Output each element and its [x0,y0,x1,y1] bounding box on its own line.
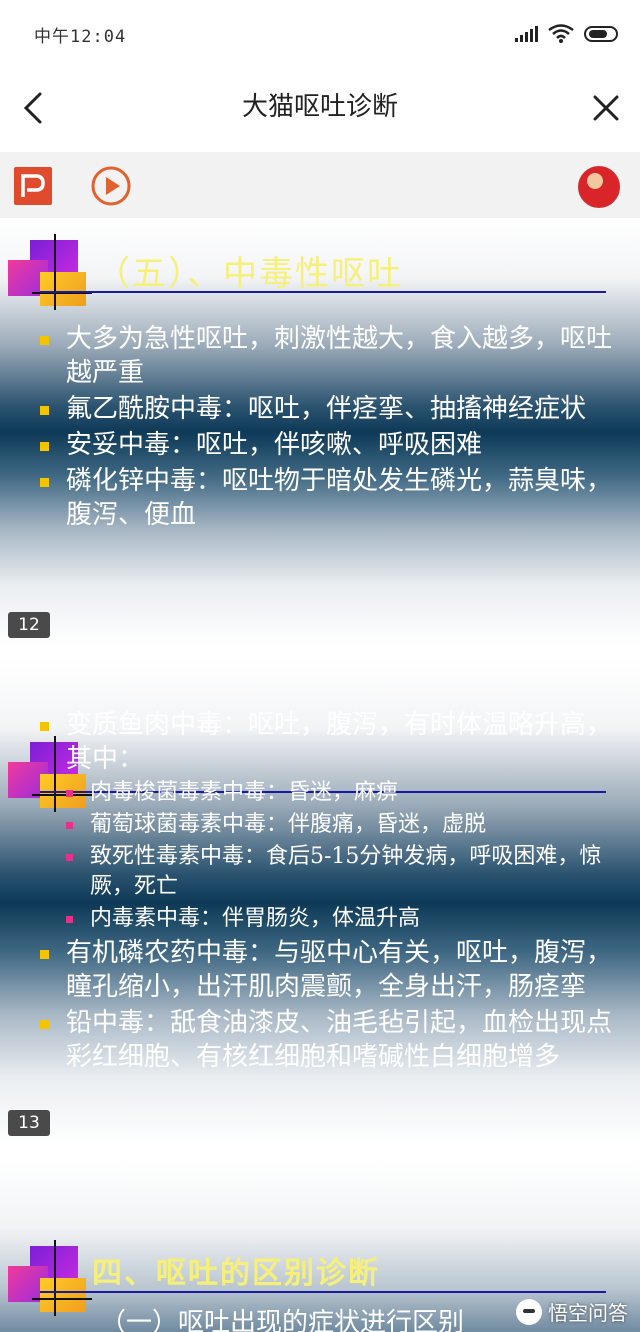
ppt-p-icon [21,174,45,197]
slide-title: 四、呕吐的区别诊断 [92,1256,380,1291]
document-toolbar [0,152,640,218]
list-item: 变质鱼肉中毒：呕吐，腹泻，有时体温略升高，其中： [38,708,614,776]
user-avatar[interactable] [578,166,620,208]
list-item: 有机磷农药中毒：与驱中心有关，呕吐，腹泻，瞳孔缩小，出汗肌肉震颤，全身出汗，肠痉… [38,936,614,1004]
sub-list-item: 内毒素中毒：伴胃肠炎，体温升高 [38,904,614,934]
slide-logo-decoration [8,1240,94,1316]
chat-bubble-icon [516,1298,542,1325]
bullet-list: 变质鱼肉中毒：呕吐，腹泻，有时体温略升高，其中： 肉毒梭菌毒素中毒：昏迷，麻痹 … [38,708,614,1076]
sub-list-item: 葡萄球菌毒素中毒：伴腹痛，昏迷，虚脱 [38,810,614,840]
sub-list-item: 肉毒梭菌毒素中毒：昏迷，麻痹 [38,778,614,808]
slide-subtitle: （一）呕吐出现的症状进行区别 [100,1308,465,1332]
page-number-badge: 13 [8,1110,50,1136]
page-number-badge: 12 [8,612,50,638]
status-bar: 中午12:04 [0,0,640,68]
nav-bar: 大猫呕吐诊断 [0,68,640,152]
battery-icon [584,26,618,42]
list-item: 大多为急性呕吐，刺激性越大，食入越多，呕吐越严重 [38,322,614,390]
list-item: 氟乙酰胺中毒：呕吐，伴痉挛、抽搐神经症状 [38,392,614,426]
sub-list-item: 致死性毒素中毒：食后5-15分钟发病，呼吸困难，惊厥，死亡 [38,842,614,902]
close-icon[interactable] [586,88,626,128]
play-icon[interactable] [90,165,132,207]
watermark-text: 悟空问答 [548,1301,628,1325]
list-item: 铅中毒：舐食油漆皮、油毛毡引起，血检出现点彩红细胞、有核红细胞和嗜碱性白细胞增多 [38,1006,614,1074]
signal-icon [515,26,538,42]
slide-13: 变质鱼肉中毒：呕吐，腹泻，有时体温略升高，其中： 肉毒梭菌毒素中毒：昏迷，麻痹 … [0,660,640,1146]
list-item: 磷化锌中毒：呕吐物于暗处发生磷光，蒜臭味，腹泻、便血 [38,464,614,532]
page-title: 大猫呕吐诊断 [241,92,398,122]
slide-14: 四、呕吐的区别诊断 （一）呕吐出现的症状进行区别 悟空问答 [0,1160,640,1332]
slide-logo-decoration [8,234,94,310]
ppt-icon[interactable] [14,167,52,205]
slide-12: （五）、中毒性呕吐 大多为急性呕吐，刺激性越大，食入越多，呕吐越严重 氟乙酰胺中… [0,218,640,646]
list-item: 安妥中毒：呕吐，伴咳嗽、呼吸困难 [38,428,614,462]
status-icons [515,24,618,44]
watermark: 悟空问答 [516,1297,628,1326]
wifi-icon [548,24,574,43]
bullet-list: 大多为急性呕吐，刺激性越大，食入越多，呕吐越严重 氟乙酰胺中毒：呕吐，伴痉挛、抽… [38,322,614,534]
slide-title: （五）、中毒性呕吐 [96,254,403,294]
status-time: 中午12:04 [34,27,127,47]
